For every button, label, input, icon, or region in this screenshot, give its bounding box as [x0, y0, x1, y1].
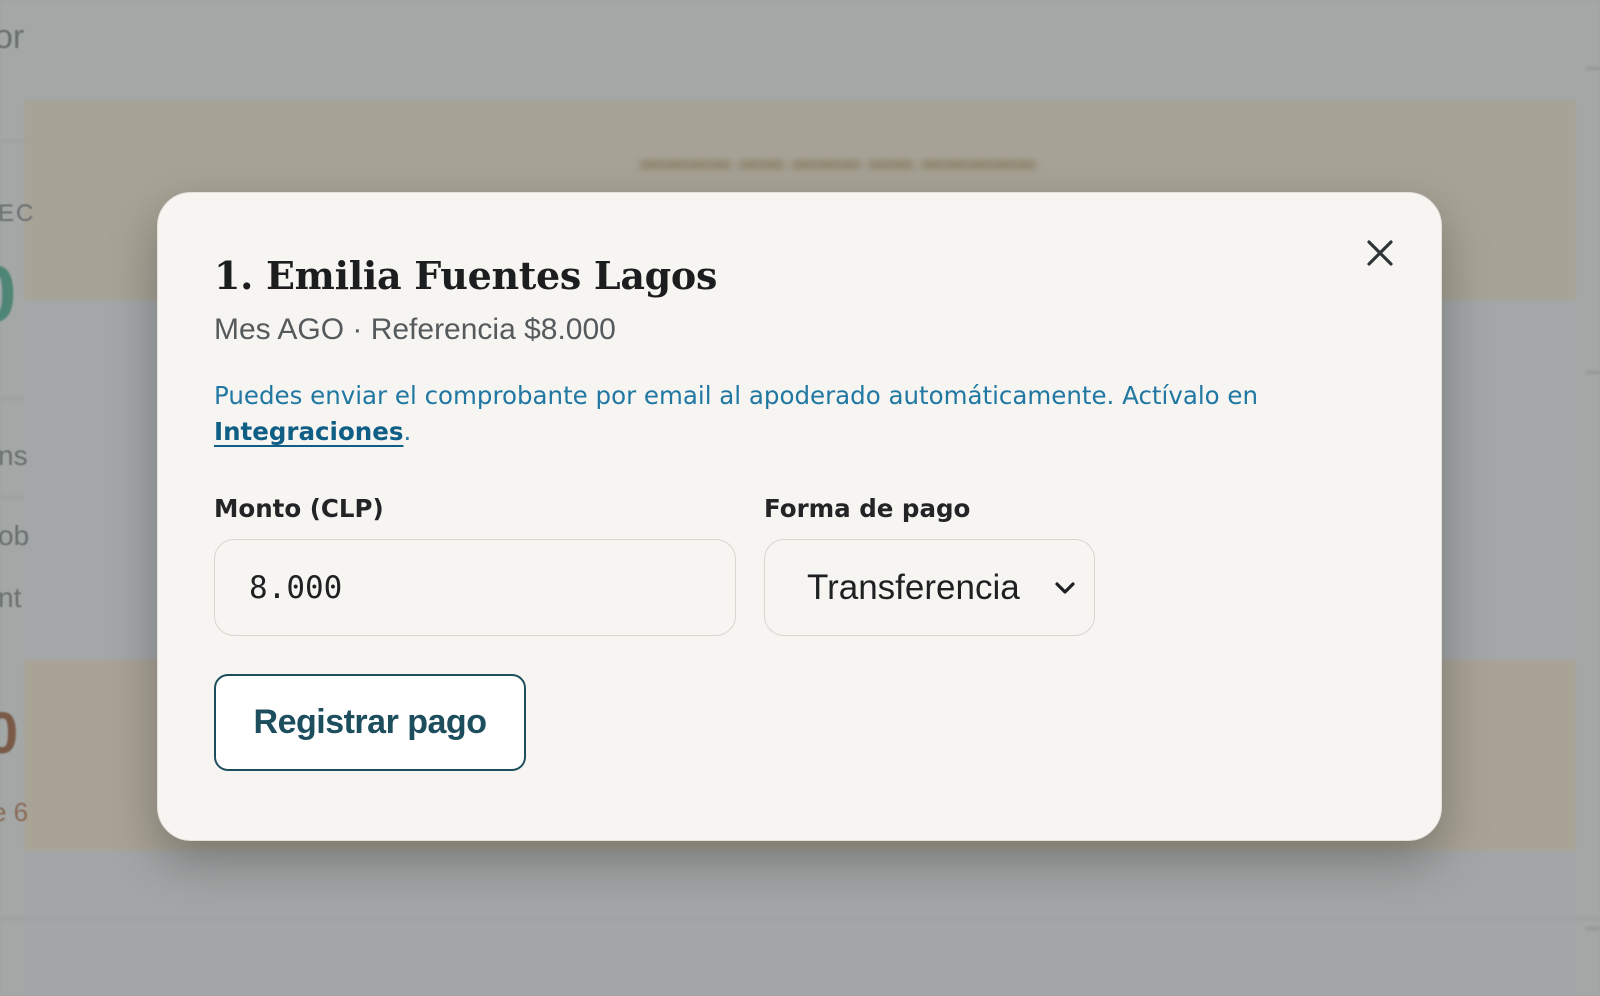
payment-method-field-group: Forma de pago Transferencia	[764, 493, 1095, 636]
background-divider	[0, 398, 24, 399]
background-divider	[0, 140, 24, 141]
info-note-suffix: .	[403, 417, 412, 446]
background-big-number: 0	[0, 248, 17, 340]
register-payment-button[interactable]: Registrar pago	[214, 674, 526, 771]
background-text: nt	[0, 582, 22, 613]
background-text: or	[0, 18, 25, 56]
payment-modal: 1. Emilia Fuentes Lagos Mes AGO · Refere…	[157, 192, 1442, 841]
info-note: Puedes enviar el comprobante por email a…	[214, 378, 1324, 450]
integrations-link[interactable]: Integraciones	[214, 417, 403, 446]
close-icon	[1367, 240, 1393, 266]
background-divider	[1586, 928, 1600, 929]
background-label: EC	[0, 200, 36, 227]
chevron-down-icon	[1055, 581, 1075, 594]
background-text: ns	[0, 440, 28, 471]
payment-method-select[interactable]: Transferencia	[764, 539, 1095, 636]
background-big-number: 0	[0, 701, 19, 766]
background-divider	[1586, 68, 1600, 69]
background-divider	[0, 497, 24, 498]
modal-title: 1. Emilia Fuentes Lagos	[214, 253, 718, 298]
close-button[interactable]	[1356, 229, 1404, 277]
amount-label: Monto (CLP)	[214, 494, 384, 523]
background-divider	[1586, 372, 1600, 373]
info-note-text: Puedes enviar el comprobante por email a…	[214, 381, 1259, 410]
modal-subtitle: Mes AGO · Referencia $8.000	[214, 313, 616, 346]
amount-input[interactable]	[214, 539, 736, 636]
background-heading: ▬▬▬▬ ▬▬ ▬▬▬ ▬▬ ▬▬▬▬▬	[640, 148, 1037, 173]
background-text: ob	[0, 520, 30, 551]
payment-method-label: Forma de pago	[764, 494, 971, 523]
amount-field-group: Monto (CLP)	[214, 493, 736, 636]
background-divider	[0, 918, 1600, 919]
background-text: e 6	[0, 797, 29, 827]
payment-method-value: Transferencia	[807, 567, 1020, 607]
payment-form-row: Monto (CLP) Forma de pago Transferencia	[214, 493, 1385, 636]
background-panel	[24, 850, 1576, 996]
